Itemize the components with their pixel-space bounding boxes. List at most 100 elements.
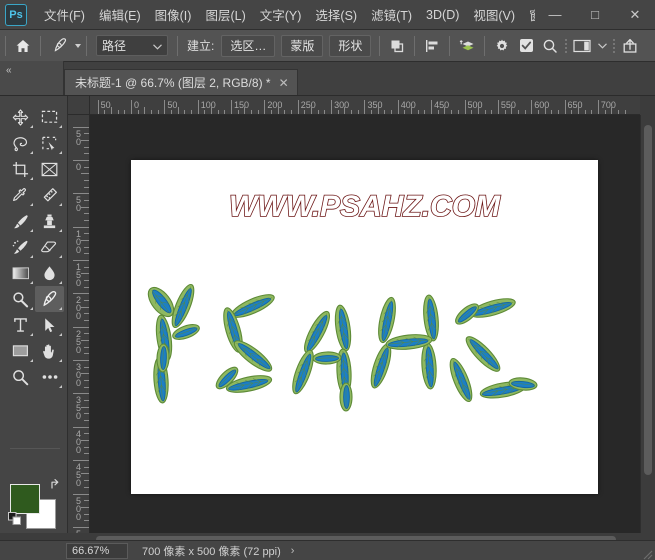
menu-3d[interactable]: 3D(D)	[419, 4, 466, 26]
blur-tool[interactable]	[35, 260, 64, 286]
rectangular-marquee-tool[interactable]	[35, 104, 64, 130]
dodge-tool[interactable]	[6, 286, 35, 312]
ruler-minor-tick	[84, 286, 89, 288]
ruler-minor-tick	[84, 500, 89, 502]
ruler-label: 50	[75, 195, 81, 214]
ruler-minor-tick	[84, 200, 89, 202]
clone-stamp-tool[interactable]	[35, 208, 64, 234]
ruler-label: 500	[467, 100, 483, 110]
ruler-minor-tick	[81, 273, 89, 275]
document-area[interactable]: WWW.PSAHZ.COM .lf { fill:#8fb860; stroke…	[90, 115, 640, 533]
workspace-icon[interactable]	[570, 34, 594, 58]
horizontal-ruler[interactable]: 50 0 50 100 150 200 250 300 350 400 450 500 550 600 65…	[90, 96, 640, 115]
zoom-tool[interactable]	[6, 364, 35, 390]
ruler-tick	[73, 226, 89, 228]
geometry-options-gear-icon[interactable]	[490, 34, 514, 58]
ruler-minor-tick	[84, 133, 89, 135]
minimize-button[interactable]: —	[535, 0, 575, 29]
ruler-label: 400	[75, 428, 81, 455]
make-shape-button[interactable]: 形状	[329, 34, 372, 57]
home-icon[interactable]	[11, 34, 35, 58]
brush-tool[interactable]	[6, 208, 35, 234]
panel-collapse-button[interactable]: «	[0, 61, 64, 95]
zoom-level-input[interactable]: 66.67%	[66, 542, 128, 559]
menu-select[interactable]: 选择(S)	[308, 1, 364, 28]
color-swatches	[8, 479, 66, 536]
auto-add-delete-checkbox[interactable]	[514, 34, 538, 58]
make-mask-button[interactable]: 蒙版	[281, 34, 324, 57]
gradient-tool[interactable]	[6, 260, 35, 286]
zoom-search-icon[interactable]	[538, 34, 562, 58]
options-divider	[40, 35, 41, 56]
status-menu-arrow-icon[interactable]: ›	[291, 545, 295, 557]
tool-preset-picker[interactable]	[48, 34, 81, 58]
eraser-tool[interactable]	[35, 234, 64, 260]
ruler-minor-tick	[84, 420, 89, 422]
lasso-tool[interactable]	[6, 130, 35, 156]
menu-layer[interactable]: 图层(L)	[198, 1, 252, 28]
path-mode-select[interactable]: 路径	[96, 35, 168, 56]
ruler-minor-tick	[84, 520, 89, 522]
ruler-minor-tick	[84, 153, 89, 155]
close-icon[interactable]: ✕	[279, 77, 289, 89]
foreground-color-swatch[interactable]	[10, 484, 40, 514]
document-size-label: 700 像素 x 500 像素 (72 ppi)	[142, 545, 281, 558]
path-selection-tool[interactable]	[35, 312, 64, 338]
edit-toolbar-tool[interactable]	[35, 364, 64, 390]
ruler-minor-tick	[84, 166, 89, 168]
ruler-minor-tick	[411, 107, 413, 114]
photoshop-window: Ps 文件(F) 编辑(E) 图像(I) 图层(L) 文字(Y) 选择(S) 滤镜(T) 3D…	[0, 0, 655, 560]
ruler-tick	[464, 100, 466, 114]
make-selection-button[interactable]: 选区…	[221, 34, 276, 57]
pen-tool-icon[interactable]	[48, 34, 72, 58]
menu-image[interactable]: 图像(I)	[148, 1, 199, 28]
ruler-minor-tick	[277, 107, 279, 114]
menu-filter[interactable]: 滤镜(T)	[364, 1, 419, 28]
resize-grip-icon[interactable]	[641, 547, 653, 560]
crop-tool[interactable]	[6, 156, 35, 182]
share-icon[interactable]	[618, 34, 642, 58]
menu-type[interactable]: 文字(Y)	[253, 1, 309, 28]
options-divider	[484, 35, 486, 56]
ruler-label: 100	[75, 228, 81, 255]
close-button[interactable]: ✕	[615, 0, 655, 29]
ruler-minor-tick	[344, 107, 346, 114]
ruler-label: 250	[300, 100, 316, 110]
options-divider	[414, 35, 416, 56]
menu-view[interactable]: 视图(V)	[466, 1, 522, 28]
rectangle-tool[interactable]	[6, 338, 35, 364]
ruler-minor-tick	[84, 386, 89, 388]
move-tool[interactable]	[6, 104, 35, 130]
history-brush-tool[interactable]	[6, 234, 35, 260]
pen-tool[interactable]	[35, 286, 64, 312]
ruler-minor-tick	[81, 139, 89, 141]
canvas[interactable]: WWW.PSAHZ.COM .lf { fill:#8fb860; stroke…	[131, 160, 598, 494]
healing-brush-tool[interactable]	[35, 182, 64, 208]
swap-colors-icon[interactable]	[50, 478, 63, 494]
type-tool[interactable]	[6, 312, 35, 338]
vertical-ruler[interactable]: 500501001502002503003504004505005	[68, 115, 90, 533]
double-chevron-left-icon: «	[6, 65, 11, 76]
maximize-button[interactable]: □	[575, 0, 615, 29]
vertical-scrollbar[interactable]	[640, 115, 654, 533]
path-mode-value: 路径	[102, 39, 127, 53]
workspace-chevron-icon[interactable]	[594, 34, 610, 58]
quick-selection-tool[interactable]	[35, 130, 64, 156]
frame-tool[interactable]	[35, 156, 64, 182]
chevron-down-icon[interactable]	[75, 43, 81, 48]
ruler-label: 150	[234, 100, 250, 110]
path-arrangement-icon[interactable]	[455, 34, 479, 58]
ruler-tick	[197, 100, 199, 114]
path-operations-icon[interactable]	[385, 34, 409, 58]
tab-strip: 未标题-1 @ 66.7% (图层 2, RGB/8) * ✕	[64, 61, 655, 95]
menu-file[interactable]: 文件(F)	[37, 1, 92, 28]
document-tab[interactable]: 未标题-1 @ 66.7% (图层 2, RGB/8) * ✕	[64, 69, 298, 95]
default-colors-icon[interactable]	[8, 512, 22, 531]
ruler-minor-tick	[81, 473, 89, 475]
eyedropper-tool[interactable]	[6, 182, 35, 208]
menu-edit[interactable]: 编辑(E)	[92, 1, 148, 28]
path-alignment-icon[interactable]	[420, 34, 444, 58]
hand-tool[interactable]	[35, 338, 64, 364]
menu-window[interactable]: 窗口(W)	[522, 1, 535, 28]
vertical-scrollbar-thumb[interactable]	[644, 125, 652, 475]
